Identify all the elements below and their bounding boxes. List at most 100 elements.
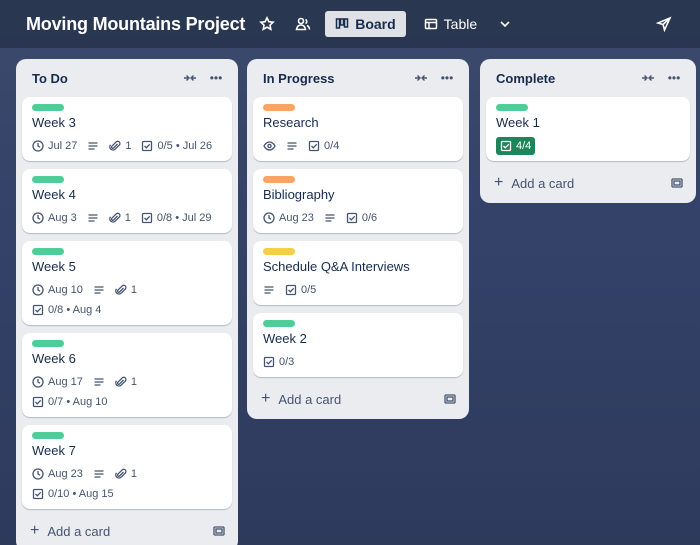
due-date-badge[interactable]: Aug 17 [32,373,83,391]
checklist-badge: 0/8 • Aug 4 [32,301,222,319]
card-title: Week 7 [32,443,76,458]
description-icon [93,281,105,299]
list-menu-icon[interactable]: ••• [664,68,684,88]
description-icon [324,209,336,227]
due-date-badge[interactable]: Aug 3 [32,209,77,227]
card-week-7[interactable]: Week 7 Aug 23 1 0/10 • Aug 15 [22,425,232,509]
description-icon [87,137,99,155]
green-label[interactable] [32,104,64,111]
green-label[interactable] [496,104,528,111]
due-date-badge[interactable]: Aug 10 [32,281,83,299]
plus-icon: + [30,522,40,539]
collapse-list-icon[interactable] [411,68,431,88]
green-label[interactable] [32,248,64,255]
checklist-icon [142,140,153,152]
plus-icon: + [261,390,271,407]
card-title: Week 4 [32,187,76,202]
attachments-badge: 1 [109,137,131,155]
card-title: Week 2 [263,331,307,346]
create-from-template-icon[interactable] [443,392,457,406]
view-board-label: Board [355,16,396,32]
clock-icon [32,284,44,296]
checklist-badge: 0/6 [346,209,377,227]
collapse-list-icon[interactable] [638,68,658,88]
checklist-badge: 0/3 [263,353,294,371]
green-label[interactable] [263,320,295,327]
checklist-icon [32,304,44,316]
orange-label[interactable] [263,176,295,183]
attachments-badge: 1 [108,209,131,227]
clock-icon [32,140,44,152]
card-bibliography[interactable]: Bibliography Aug 23 0/6 [253,169,463,233]
due-date-badge[interactable]: Jul 27 [32,137,77,155]
list-title[interactable]: In Progress [263,71,405,86]
add-card-label: Add a card [511,175,575,191]
yellow-label[interactable] [263,248,295,255]
checklist-badge: 0/10 • Aug 15 [32,485,222,503]
list-menu-icon[interactable]: ••• [437,68,457,88]
checklist-icon [32,396,44,408]
workspace-visibility-icon[interactable] [289,10,317,38]
green-label[interactable] [32,432,64,439]
description-icon [93,373,105,391]
power-ups-icon[interactable] [650,10,678,38]
checklist-icon [141,212,153,224]
add-card-button[interactable]: + Add a card [486,169,690,197]
list-header: Complete ••• [486,67,690,89]
card-title: Research [263,115,319,130]
green-label[interactable] [32,176,64,183]
list-menu-icon[interactable]: ••• [206,68,226,88]
card-schedule-qa-interviews[interactable]: Schedule Q&A Interviews 0/5 [253,241,463,305]
add-card-button[interactable]: + Add a card [22,517,232,545]
star-icon[interactable] [253,10,281,38]
card-week-2[interactable]: Week 2 0/3 [253,313,463,377]
checklist-badge: 0/7 • Aug 10 [32,393,222,411]
collapse-list-icon[interactable] [180,68,200,88]
card-research[interactable]: Research 0/4 [253,97,463,161]
due-date-badge[interactable]: Aug 23 [263,209,314,227]
view-board-button[interactable]: Board [325,11,406,37]
create-from-template-icon[interactable] [670,176,684,190]
list-header: To Do ••• [22,67,232,89]
card-week-1[interactable]: Week 1 4/4 [486,97,690,161]
table-icon [424,18,437,30]
board-icon [335,18,349,29]
watching-icon [263,137,276,155]
due-date-badge[interactable]: Aug 23 [32,465,83,483]
view-table-button[interactable]: Table [414,11,487,37]
add-card-button[interactable]: + Add a card [253,385,463,413]
checklist-badge: 0/5 • Jul 26 [141,137,212,155]
checklist-icon [285,284,297,296]
attachments-badge: 1 [115,373,137,391]
paperclip-icon [109,140,121,151]
checklist-badge: 0/4 [308,137,339,155]
clock-icon [32,376,44,388]
card-week-3[interactable]: Week 3 Jul 27 1 0/5 • Jul 26 [22,97,232,161]
card-week-5[interactable]: Week 5 Aug 10 1 0/8 • Aug 4 [22,241,232,325]
checklist-icon [346,212,358,224]
card-title: Week 5 [32,259,76,274]
paperclip-icon [115,376,127,387]
card-week-4[interactable]: Week 4 Aug 3 1 0/8 • Jul 29 [22,169,232,233]
plus-icon: + [494,174,504,191]
description-icon [87,209,99,227]
list-title[interactable]: Complete [496,71,632,86]
card-week-6[interactable]: Week 6 Aug 17 1 0/7 • Aug 10 [22,333,232,417]
board-title[interactable]: Moving Mountains Project [26,14,245,35]
list-to-do: To Do ••• Week 3 Jul 27 1 0/5 • Jul 26 W… [16,59,238,545]
checklist-icon [263,356,275,368]
checklist-icon [32,488,44,500]
checklist-complete-badge: 4/4 [496,137,536,155]
card-title: Week 1 [496,115,540,130]
list-complete: Complete ••• Week 1 4/4 + Add a card [480,59,696,203]
orange-label[interactable] [263,104,295,111]
create-from-template-icon[interactable] [212,524,226,538]
chevron-down-icon[interactable] [491,10,519,38]
checklist-badge: 0/8 • Jul 29 [141,209,211,227]
list-title[interactable]: To Do [32,71,174,86]
paperclip-icon [108,212,121,223]
card-title: Week 3 [32,115,76,130]
green-label[interactable] [32,340,64,347]
view-table-label: Table [443,16,478,32]
paperclip-icon [115,468,127,479]
